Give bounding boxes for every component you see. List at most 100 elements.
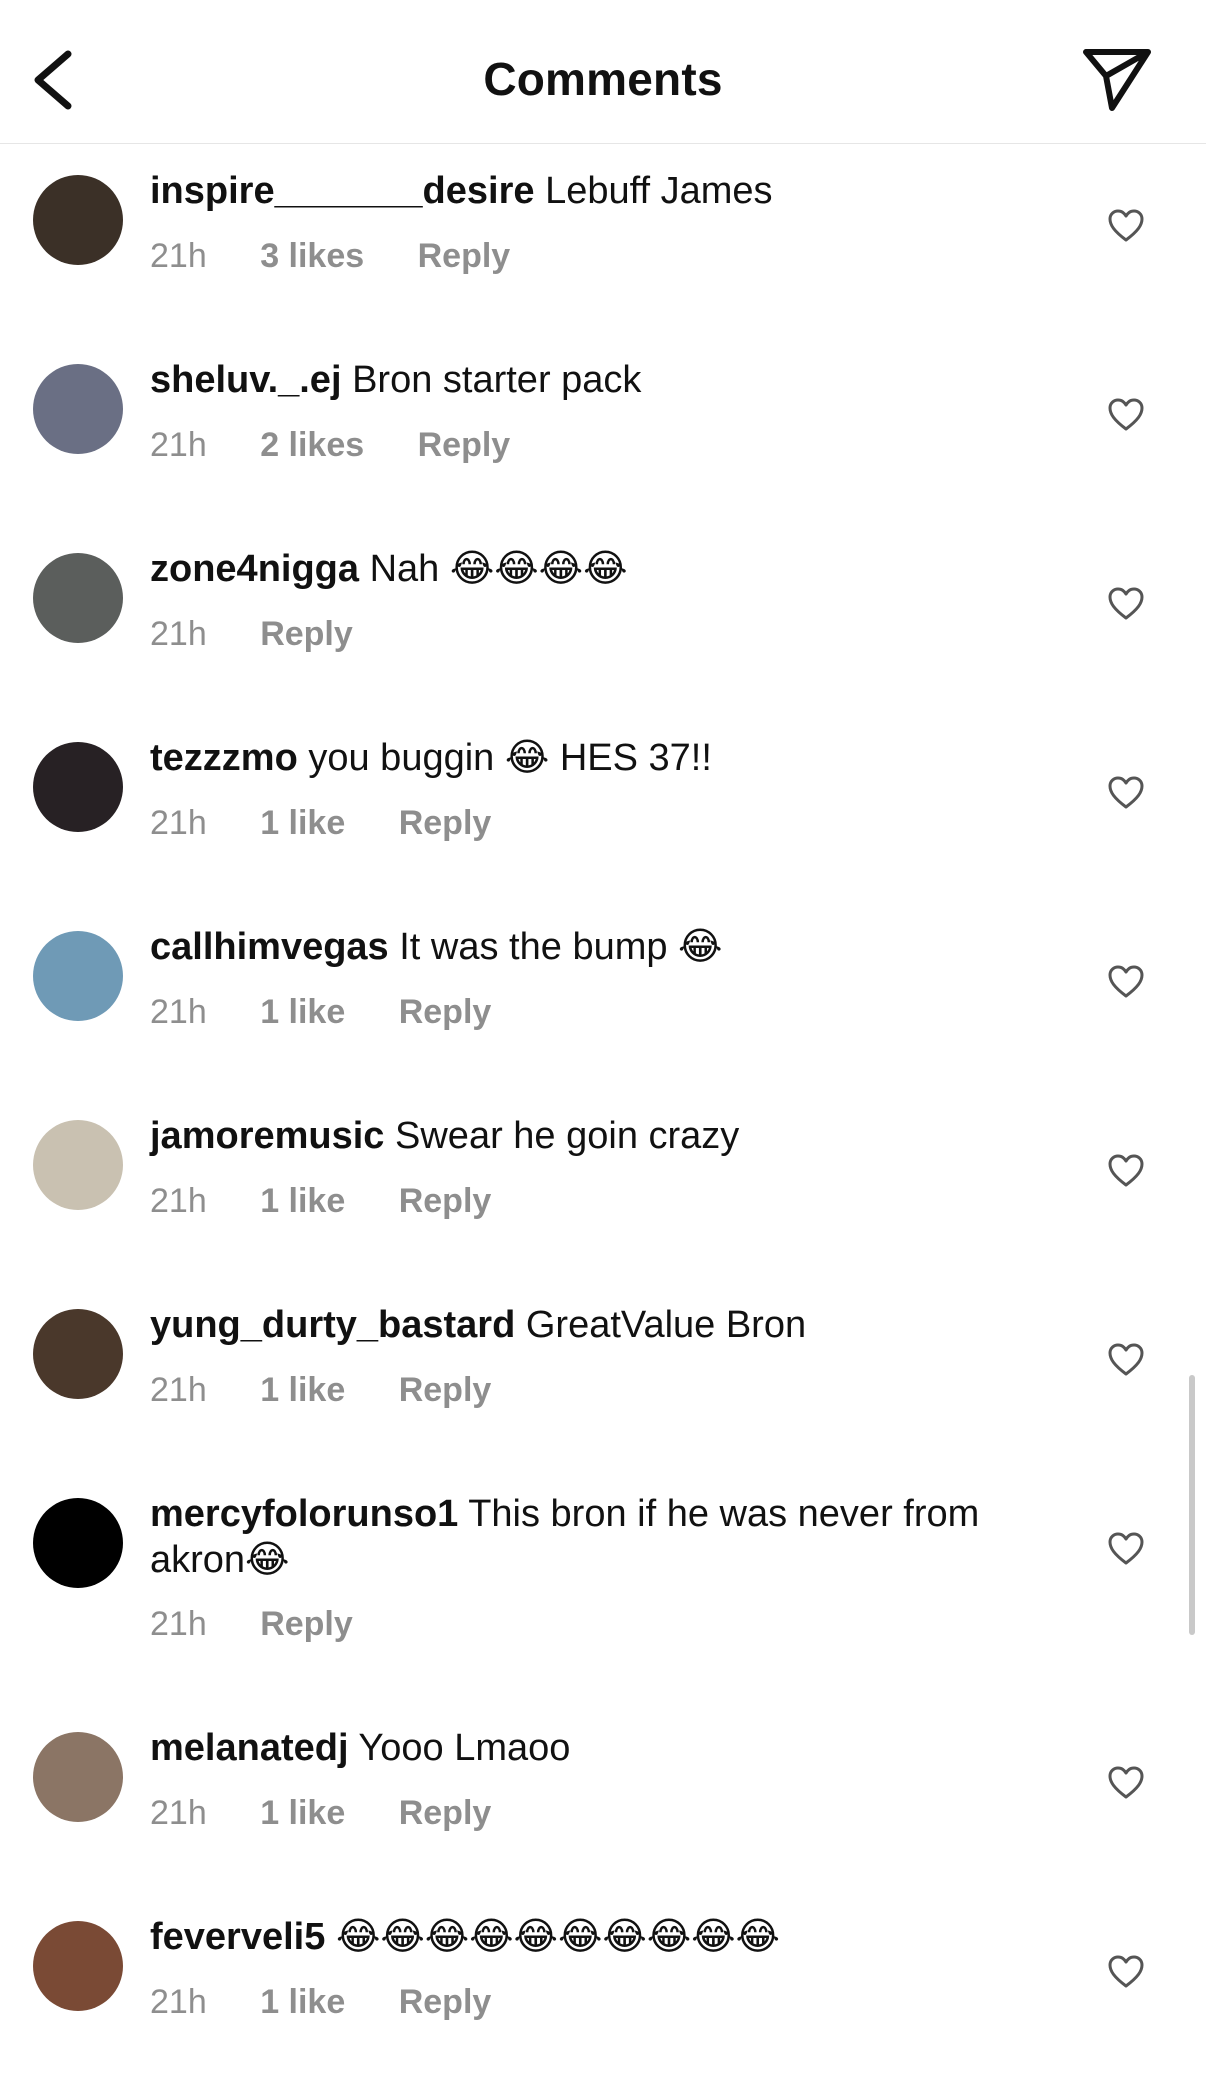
reply-button[interactable]: Reply xyxy=(418,237,511,276)
like-count[interactable]: 2 likes xyxy=(260,426,364,465)
comment-text: callhimvegas It was the bump 😂 xyxy=(150,924,1050,970)
comment-item: jamoremusic Swear he goin crazy 21h 1 li… xyxy=(0,1090,1206,1279)
comment-message: Bron starter pack xyxy=(352,359,642,401)
like-count[interactable]: 1 like xyxy=(260,1794,345,1833)
comment-item: zone4nigga Nah 😂😂😂😂 21h Reply xyxy=(0,523,1206,712)
heart-outline-icon[interactable] xyxy=(1108,1766,1144,1800)
avatar[interactable] xyxy=(33,1498,123,1588)
comment-meta: 21h Reply xyxy=(150,1605,397,1644)
comment-item: feverveli5 😂😂😂😂😂😂😂😂😂😂 21h 1 like Reply xyxy=(0,1891,1206,2080)
like-count[interactable]: 3 likes xyxy=(260,237,364,276)
avatar[interactable] xyxy=(33,931,123,1021)
comment-time: 21h xyxy=(150,1371,207,1409)
comment-username[interactable]: mercyfolorunso1 xyxy=(150,1493,458,1535)
comment-meta: 21h 1 like Reply xyxy=(150,1371,535,1410)
comment-text: tezzzmo you buggin 😂 HES 37!! xyxy=(150,735,1050,781)
heart-outline-icon[interactable] xyxy=(1108,1532,1144,1566)
comment-meta: 21h 1 like Reply xyxy=(150,1182,535,1221)
comment-text: feverveli5 😂😂😂😂😂😂😂😂😂😂 xyxy=(150,1914,1050,1960)
avatar[interactable] xyxy=(33,1732,123,1822)
comment-time: 21h xyxy=(150,1794,207,1832)
comment-message: GreatValue Bron xyxy=(525,1304,807,1346)
comment-item: callhimvegas It was the bump 😂 21h 1 lik… xyxy=(0,901,1206,1090)
comment-time: 21h xyxy=(150,237,207,275)
heart-outline-icon[interactable] xyxy=(1108,398,1144,432)
comment-text: sheluv._.ej Bron starter pack xyxy=(150,357,1050,403)
avatar[interactable] xyxy=(33,553,123,643)
comment-message: Swear he goin crazy xyxy=(395,1115,740,1157)
comment-meta: 21h 1 like Reply xyxy=(150,804,535,843)
like-count[interactable]: 1 like xyxy=(260,1182,345,1221)
comment-meta: 21h 2 likes Reply xyxy=(150,426,554,465)
heart-outline-icon[interactable] xyxy=(1108,587,1144,621)
comment-text: jamoremusic Swear he goin crazy xyxy=(150,1113,1050,1159)
comment-meta: 21h 1 like Reply xyxy=(150,1794,535,1833)
comment-text: inspire_______desire Lebuff James xyxy=(150,168,1050,214)
header-bar: Comments xyxy=(0,0,1206,144)
like-count[interactable]: 1 like xyxy=(260,993,345,1032)
avatar[interactable] xyxy=(33,1921,123,2011)
comment-text: yung_durty_bastard GreatValue Bron xyxy=(150,1302,1050,1348)
comment-text: zone4nigga Nah 😂😂😂😂 xyxy=(150,546,1050,592)
comment-time: 21h xyxy=(150,804,207,842)
like-count[interactable]: 1 like xyxy=(260,1371,345,1410)
comment-message: Lebuff James xyxy=(545,170,773,212)
reply-button[interactable]: Reply xyxy=(399,1182,492,1221)
comment-item: melanatedj Yooo Lmaoo 21h 1 like Reply xyxy=(0,1702,1206,1891)
comment-username[interactable]: callhimvegas xyxy=(150,926,389,968)
comment-message: Yooo Lmaoo xyxy=(358,1727,571,1769)
heart-outline-icon[interactable] xyxy=(1108,965,1144,999)
reply-button[interactable]: Reply xyxy=(399,1794,492,1833)
heart-outline-icon[interactable] xyxy=(1108,209,1144,243)
like-count[interactable]: 1 like xyxy=(260,804,345,843)
scrollbar[interactable] xyxy=(1189,1375,1195,1635)
comment-time: 21h xyxy=(150,1605,207,1643)
comment-username[interactable]: sheluv._.ej xyxy=(150,359,342,401)
comment-username[interactable]: jamoremusic xyxy=(150,1115,384,1157)
comment-time: 21h xyxy=(150,426,207,464)
comment-username[interactable]: yung_durty_bastard xyxy=(150,1304,515,1346)
comment-item: inspire_______desire Lebuff James 21h 3 … xyxy=(0,145,1206,334)
comment-message: It was the bump 😂 xyxy=(399,926,723,968)
avatar[interactable] xyxy=(33,175,123,265)
comment-message: 😂😂😂😂😂😂😂😂😂😂 xyxy=(335,1916,780,1958)
comment-meta: 21h 1 like Reply xyxy=(150,1983,535,2022)
comment-item: tezzzmo you buggin 😂 HES 37!! 21h 1 like… xyxy=(0,712,1206,901)
avatar[interactable] xyxy=(33,364,123,454)
reply-button[interactable]: Reply xyxy=(399,804,492,843)
comment-username[interactable]: zone4nigga xyxy=(150,548,359,590)
comment-time: 21h xyxy=(150,615,207,653)
comment-meta: 21h 3 likes Reply xyxy=(150,237,554,276)
comment-time: 21h xyxy=(150,1983,207,2021)
comment-meta: 21h Reply xyxy=(150,615,397,654)
avatar[interactable] xyxy=(33,1120,123,1210)
comment-text: mercyfolorunso1 This bron if he was neve… xyxy=(150,1491,1050,1583)
comment-username[interactable]: inspire_______desire xyxy=(150,170,535,212)
reply-button[interactable]: Reply xyxy=(399,1983,492,2022)
comment-text: melanatedj Yooo Lmaoo xyxy=(150,1725,1050,1771)
comment-message: Nah 😂😂😂😂 xyxy=(369,548,628,590)
avatar[interactable] xyxy=(33,1309,123,1399)
reply-button[interactable]: Reply xyxy=(418,426,511,465)
comment-username[interactable]: melanatedj xyxy=(150,1727,349,1769)
comment-username[interactable]: feverveli5 xyxy=(150,1916,325,1958)
reply-button[interactable]: Reply xyxy=(399,1371,492,1410)
comment-message: you buggin 😂 HES 37!! xyxy=(308,737,712,779)
paper-plane-icon[interactable] xyxy=(1082,46,1152,112)
comment-username[interactable]: tezzzmo xyxy=(150,737,298,779)
comment-item: yung_durty_bastard GreatValue Bron 21h 1… xyxy=(0,1279,1206,1468)
comment-time: 21h xyxy=(150,1182,207,1220)
avatar[interactable] xyxy=(33,742,123,832)
comment-item: sheluv._.ej Bron starter pack 21h 2 like… xyxy=(0,334,1206,523)
heart-outline-icon[interactable] xyxy=(1108,1343,1144,1377)
reply-button[interactable]: Reply xyxy=(260,615,353,654)
heart-outline-icon[interactable] xyxy=(1108,1154,1144,1188)
reply-button[interactable]: Reply xyxy=(399,993,492,1032)
heart-outline-icon[interactable] xyxy=(1108,776,1144,810)
comment-item: mercyfolorunso1 This bron if he was neve… xyxy=(0,1468,1206,1702)
comment-meta: 21h 1 like Reply xyxy=(150,993,535,1032)
like-count[interactable]: 1 like xyxy=(260,1983,345,2022)
reply-button[interactable]: Reply xyxy=(260,1605,353,1644)
page-title: Comments xyxy=(483,53,723,105)
heart-outline-icon[interactable] xyxy=(1108,1955,1144,1989)
